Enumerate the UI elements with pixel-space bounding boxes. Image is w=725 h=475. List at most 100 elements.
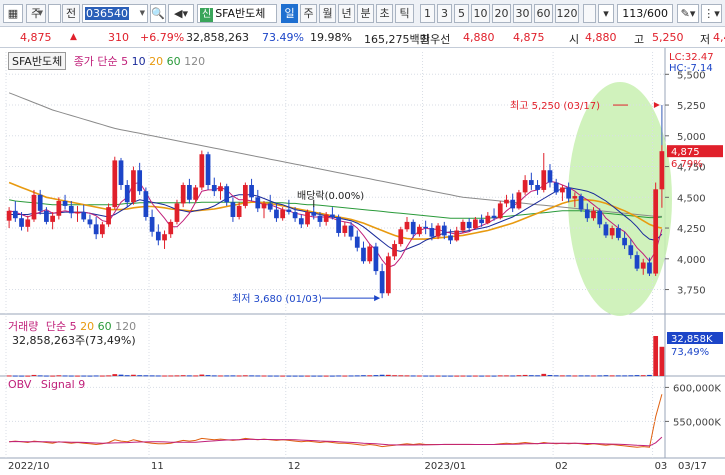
interval-3[interactable]: 3 (437, 4, 452, 23)
candle-body (535, 185, 540, 190)
bar-count-input[interactable]: 113/600 (617, 4, 673, 23)
candle-body (68, 205, 74, 214)
candle-body (305, 212, 310, 225)
volume-bar (448, 375, 453, 377)
interval-30[interactable]: 30 (513, 4, 532, 23)
candle-body (466, 221, 472, 229)
high-label: 고 (634, 33, 645, 46)
volume-bar (44, 375, 49, 377)
volume-bar (87, 375, 93, 377)
period-minute[interactable]: 분 (357, 4, 374, 23)
grid-icon[interactable]: ▦ (3, 4, 23, 23)
volume-bar (454, 375, 460, 377)
price-panel-legend: SFA반도체 종가 단순 5 10 20 60 120 (8, 52, 205, 70)
candle-body (249, 185, 254, 198)
period-week[interactable]: 주 (300, 4, 317, 23)
candle-body (193, 187, 198, 200)
volume-bar (124, 375, 130, 377)
options-icon[interactable]: ⋮▾ (701, 4, 722, 23)
candle-body (653, 189, 659, 274)
candle-body (236, 205, 242, 217)
volume-bar (298, 375, 304, 377)
period-year[interactable]: 년 (338, 4, 355, 23)
period-second[interactable]: 초 (376, 4, 393, 23)
interval-10[interactable]: 10 (471, 4, 490, 23)
interval-20[interactable]: 20 (492, 4, 511, 23)
prev-button[interactable]: 전 (62, 4, 80, 23)
period-day[interactable]: 일 (281, 4, 298, 23)
candle-body (149, 216, 155, 232)
candle-body (255, 197, 261, 209)
x-tick-label: 2023/01 (425, 461, 467, 472)
price-tick-label: 4,250 (677, 224, 706, 235)
x-tick-label: 11 (151, 461, 164, 472)
volume-bar (93, 375, 99, 377)
volume-bar (634, 375, 640, 377)
price-change-pct: +6.79% (140, 31, 185, 44)
dividend-annotation: 배당락(0.00%) (297, 190, 364, 202)
period-tick[interactable]: 틱 (395, 4, 414, 23)
obv-tick-label: 550,000K (673, 417, 721, 428)
volume-bar (193, 375, 198, 377)
low-price: 4,415 (713, 31, 725, 44)
interval-1[interactable]: 1 (420, 4, 435, 23)
volume-bar (578, 375, 584, 377)
volume-bar (317, 375, 323, 377)
candle-body (417, 226, 422, 235)
volume-bar (441, 375, 447, 377)
candle-body (100, 224, 105, 235)
candle-body (591, 210, 596, 219)
volume-bar (379, 374, 385, 376)
period-month[interactable]: 월 (319, 4, 336, 23)
settings-icon[interactable]: ▾ (598, 4, 614, 23)
candle-body (423, 226, 429, 229)
candle-body (348, 225, 354, 237)
volume-bar (566, 375, 571, 377)
current-pct-label: 6.79% (671, 159, 703, 170)
color-swatch-icon[interactable] (48, 4, 61, 23)
interval-60[interactable]: 60 (534, 4, 553, 23)
volume-bar (323, 375, 329, 377)
candle-body (75, 212, 80, 214)
candle-body (323, 214, 329, 222)
volume-bar (640, 375, 646, 377)
volume-bar (609, 375, 615, 377)
candle-body (392, 244, 397, 257)
volume-bar (504, 375, 509, 377)
price-chart-svg[interactable]: 5,5005,2505,0004,7504,5004,2504,0003,750… (0, 48, 725, 472)
volume-bar (460, 375, 466, 377)
candle-body (497, 203, 503, 219)
chart-area[interactable]: 5,500 5,250 5,000 4,750 4,500 4,250 4,000 3,750… (0, 48, 725, 472)
volume-bar (354, 375, 360, 377)
volume-bar (37, 375, 43, 377)
volume-bar (280, 375, 286, 377)
volume-bar (19, 375, 24, 377)
tools-icon[interactable]: ✎▾ (677, 4, 699, 23)
candle-body (81, 212, 87, 220)
volume-bar (168, 375, 174, 377)
candle-body (12, 210, 18, 219)
stock-name-field[interactable]: 신 SFA반도체 (197, 4, 277, 23)
period-tick-label: 틱 (399, 7, 410, 20)
interval-input[interactable] (583, 4, 596, 23)
volume-bar (211, 375, 217, 377)
volume-bar (603, 375, 609, 377)
candle-body (628, 245, 634, 256)
volume-bar (230, 375, 236, 377)
search-icon[interactable]: 🔍 (150, 4, 166, 23)
stock-code-input[interactable]: 036540 (82, 4, 148, 23)
candle-body (603, 224, 609, 236)
open-price: 4,880 (585, 31, 617, 44)
prev-label: 전 (65, 7, 77, 20)
candle-body (354, 236, 360, 248)
volume-bar (342, 375, 348, 377)
candle-body (311, 212, 317, 216)
volume-bar (261, 375, 267, 377)
volume-tag-pct: 73,49% (671, 347, 709, 358)
candle-body (485, 215, 491, 224)
market-select[interactable]: 주 (26, 4, 46, 23)
volume-bar (429, 375, 435, 377)
interval-5[interactable]: 5 (454, 4, 469, 23)
speaker-icon[interactable]: ◀▾ (168, 4, 194, 23)
interval-120[interactable]: 120 (555, 4, 579, 23)
